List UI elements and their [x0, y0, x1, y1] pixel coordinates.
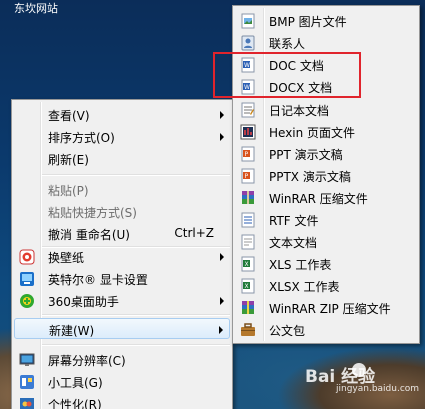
- new-xls-worksheet[interactable]: X XLS 工作表: [235, 253, 417, 274]
- new-pptx-presentation[interactable]: P PPTX 演示文稿: [235, 165, 417, 186]
- submenu-arrow-icon: [220, 111, 224, 119]
- menu-item-label: 个性化(R): [48, 398, 102, 409]
- menu-item-label: 日记本文档: [269, 104, 330, 118]
- desktop-context-menu: 查看(V) 排序方式(O) 刷新(E) 粘贴(P) 粘贴快捷方式(S) 撤消 重…: [11, 99, 233, 409]
- svg-text:X: X: [244, 261, 248, 268]
- display-icon: [18, 351, 35, 368]
- new-contact[interactable]: 联系人: [235, 32, 417, 53]
- menu-item-label: 英特尔® 显卡设置: [48, 273, 148, 287]
- menu-item-undo-rename[interactable]: 撤消 重命名(U) Ctrl+Z: [14, 223, 230, 244]
- menu-item-refresh[interactable]: 刷新(E): [14, 148, 230, 169]
- new-bmp-image[interactable]: BMP 图片文件: [235, 10, 417, 31]
- menu-item-label: 排序方式(O): [48, 131, 115, 145]
- desktop-background[interactable]: 东坎网站 查看(V) 排序方式(O) 刷新(E) 粘贴(P) 粘贴快捷方式(S)…: [0, 0, 425, 409]
- menu-item-label: 联系人: [269, 37, 306, 51]
- menu-item-gadgets[interactable]: 小工具(G): [14, 371, 230, 392]
- new-winrar-zip-archive[interactable]: WinRAR ZIP 压缩文件: [235, 297, 417, 318]
- menu-item-label: PPT 演示文稿: [269, 148, 343, 162]
- menu-item-label: 查看(V): [48, 109, 90, 123]
- menu-item-sort-by[interactable]: 排序方式(O): [14, 126, 230, 147]
- journal-file-icon: [239, 101, 256, 118]
- contact-icon: [239, 34, 256, 51]
- submenu-arrow-icon: [219, 326, 223, 334]
- svg-text:P: P: [244, 173, 248, 180]
- menu-item-label: 粘贴快捷方式(S): [48, 206, 137, 220]
- menu-item-label: 新建(W): [49, 324, 95, 338]
- new-ppt-presentation[interactable]: P PPT 演示文稿: [235, 143, 417, 164]
- gadgets-icon: [18, 373, 35, 390]
- menu-item-change-wallpaper[interactable]: 换壁纸: [14, 246, 230, 267]
- briefcase-icon: [239, 321, 256, 338]
- menu-item-label: 撤消 重命名(U): [48, 228, 130, 242]
- menu-item-label: PPTX 演示文稿: [269, 170, 351, 184]
- intel-graphics-icon: [18, 270, 35, 287]
- menu-item-360-desktop[interactable]: 360桌面助手: [14, 290, 230, 311]
- menu-item-label: 屏幕分辨率(C): [48, 354, 126, 368]
- new-rtf-file[interactable]: RTF 文件: [235, 209, 417, 230]
- menu-item-label: RTF 文件: [269, 214, 319, 228]
- new-winrar-archive[interactable]: WinRAR 压缩文件: [235, 187, 417, 208]
- menu-item-screen-resolution[interactable]: 屏幕分辨率(C): [14, 349, 230, 370]
- menu-item-label: WinRAR ZIP 压缩文件: [269, 302, 391, 316]
- menu-item-label: 刷新(E): [48, 153, 89, 167]
- pptx-file-icon: P: [239, 167, 256, 184]
- watermark-subtext: jingyan.baidu.com: [336, 384, 420, 394]
- submenu-arrow-icon: [220, 133, 224, 141]
- menu-item-label: XLS 工作表: [269, 258, 332, 272]
- menu-item-intel-graphics[interactable]: 英特尔® 显卡设置: [14, 268, 230, 289]
- menu-item-label: 360桌面助手: [48, 295, 119, 309]
- menu-item-personalize[interactable]: 个性化(R): [14, 393, 230, 409]
- 360-icon: [18, 292, 35, 309]
- desktop-corner-label: 东坎网站: [14, 2, 58, 15]
- svg-text:P: P: [244, 151, 248, 158]
- menu-item-paste[interactable]: 粘贴(P): [14, 179, 230, 200]
- menu-item-label: BMP 图片文件: [269, 15, 347, 29]
- new-briefcase[interactable]: 公文包: [235, 319, 417, 340]
- xls-file-icon: X: [239, 255, 256, 272]
- menu-item-label: WinRAR 压缩文件: [269, 192, 368, 206]
- hexin-file-icon: [239, 123, 256, 140]
- text-file-icon: [239, 233, 256, 250]
- menu-item-paste-shortcut[interactable]: 粘贴快捷方式(S): [14, 201, 230, 222]
- menu-item-label: 公文包: [269, 324, 306, 338]
- personalize-icon: [18, 395, 35, 409]
- ppt-file-icon: P: [239, 145, 256, 162]
- menu-item-label: 粘贴(P): [48, 184, 89, 198]
- menu-separator: [42, 314, 230, 316]
- submenu-arrow-icon: [220, 297, 224, 305]
- menu-item-view[interactable]: 查看(V): [14, 104, 230, 125]
- menu-separator: [42, 174, 230, 176]
- winrar-file-icon: [239, 189, 256, 206]
- svg-text:X: X: [244, 283, 248, 290]
- rtf-file-icon: [239, 211, 256, 228]
- new-text-document[interactable]: 文本文档: [235, 231, 417, 252]
- highlight-annotation-box: [213, 52, 361, 98]
- new-hexin-page-file[interactable]: Hexin 页面文件: [235, 121, 417, 142]
- submenu-arrow-icon: [220, 253, 224, 261]
- menu-separator: [42, 344, 230, 346]
- new-journal-document[interactable]: 日记本文档: [235, 99, 417, 120]
- menu-item-label: 换壁纸: [48, 251, 85, 265]
- winrar-zip-file-icon: [239, 299, 256, 316]
- shortcut-label: Ctrl+Z: [174, 226, 214, 240]
- bmp-file-icon: [239, 12, 256, 29]
- xlsx-file-icon: X: [239, 277, 256, 294]
- wallpaper-icon: [18, 248, 35, 265]
- menu-item-label: 文本文档: [269, 236, 318, 250]
- menu-item-label: XLSX 工作表: [269, 280, 340, 294]
- menu-item-new[interactable]: 新建(W): [14, 318, 230, 339]
- menu-item-label: Hexin 页面文件: [269, 126, 356, 140]
- menu-item-label: 小工具(G): [48, 376, 103, 390]
- new-xlsx-worksheet[interactable]: X XLSX 工作表: [235, 275, 417, 296]
